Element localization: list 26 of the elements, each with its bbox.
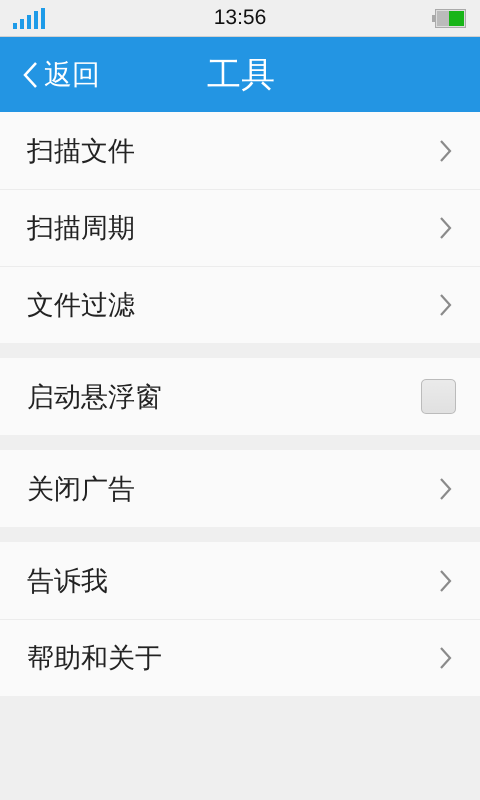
row-label: 扫描文件 <box>27 134 135 168</box>
chevron-right-icon <box>439 646 452 670</box>
chevron-left-icon <box>22 60 38 88</box>
row-label: 帮助和关于 <box>27 642 162 676</box>
row-label: 启动悬浮窗 <box>27 380 162 414</box>
row-label: 扫描周期 <box>27 212 135 246</box>
row-label: 关闭广告 <box>27 472 135 506</box>
chevron-right-icon <box>439 216 452 240</box>
row-label: 告诉我 <box>27 564 108 598</box>
checkbox[interactable] <box>421 379 456 414</box>
settings-row[interactable]: 启动悬浮窗 <box>0 358 480 435</box>
chevron-right-icon <box>439 293 452 317</box>
page-title: 工具 <box>207 54 275 96</box>
signal-icon <box>13 8 45 28</box>
settings-row[interactable]: 关闭广告 <box>0 450 480 527</box>
status-time: 13:56 <box>212 6 268 30</box>
chevron-right-icon <box>439 138 452 162</box>
settings-row[interactable]: 帮助和关于 <box>0 619 480 696</box>
chevron-right-icon <box>439 476 452 500</box>
battery-icon <box>432 8 466 28</box>
settings-row[interactable]: 扫描周期 <box>0 189 480 266</box>
settings-row[interactable]: 告诉我 <box>0 542 480 619</box>
settings-row[interactable]: 扫描文件 <box>0 112 480 189</box>
settings-row[interactable]: 文件过滤 <box>0 266 480 343</box>
chevron-right-icon <box>439 568 452 592</box>
row-label: 文件过滤 <box>27 289 135 323</box>
